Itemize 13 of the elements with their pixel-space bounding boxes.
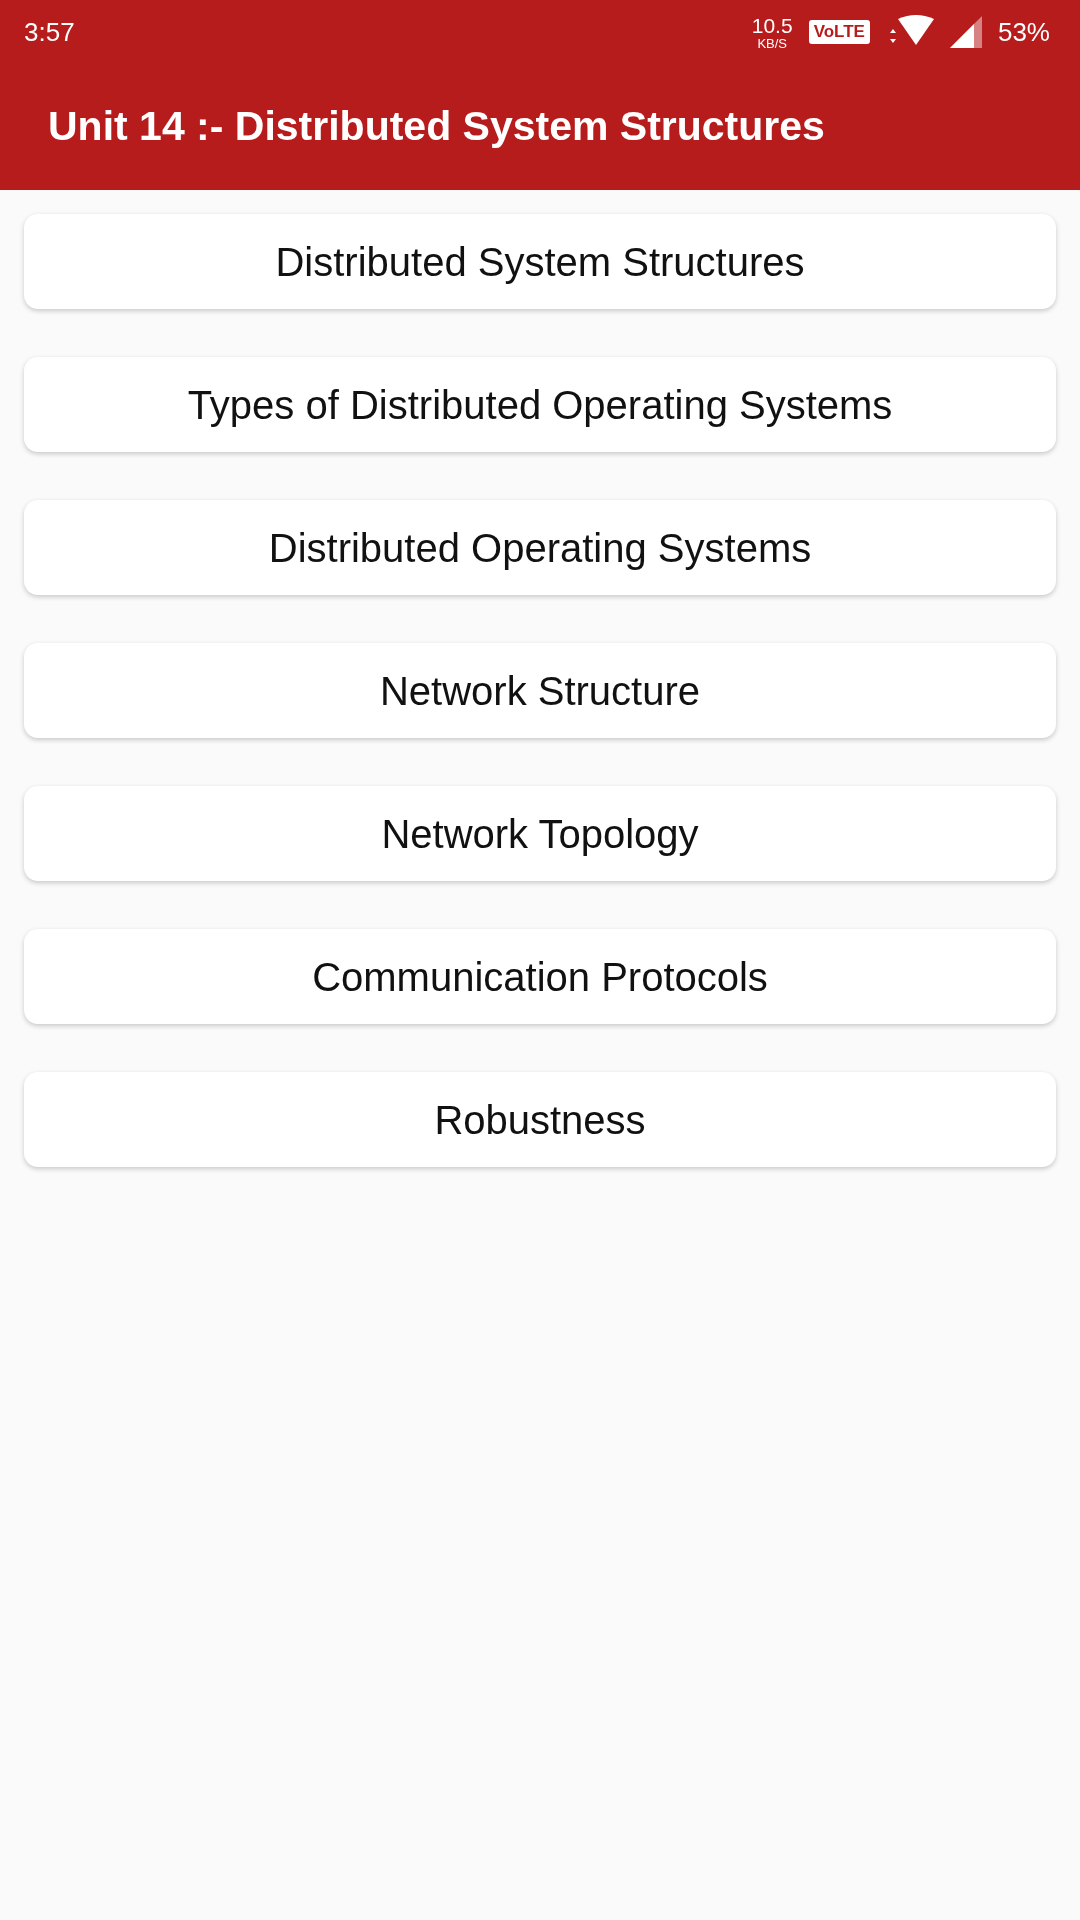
topic-card[interactable]: Types of Distributed Operating Systems — [24, 357, 1056, 452]
topic-card[interactable]: Communication Protocols — [24, 929, 1056, 1024]
topic-card[interactable]: Network Structure — [24, 643, 1056, 738]
topic-card[interactable]: Network Topology — [24, 786, 1056, 881]
topic-card[interactable]: Distributed Operating Systems — [24, 500, 1056, 595]
volte-badge: VoLTE — [808, 20, 870, 44]
network-speed: 10.5 KB/S — [751, 14, 793, 50]
signal-icon — [949, 16, 982, 48]
battery-percent: 53% — [997, 15, 1050, 49]
topic-card[interactable]: Distributed System Structures — [24, 214, 1056, 309]
topic-card[interactable]: Robustness — [24, 1072, 1056, 1167]
status-time: 3:57 — [24, 15, 75, 49]
page-title: Unit 14 :- Distributed System Structures — [48, 102, 825, 152]
